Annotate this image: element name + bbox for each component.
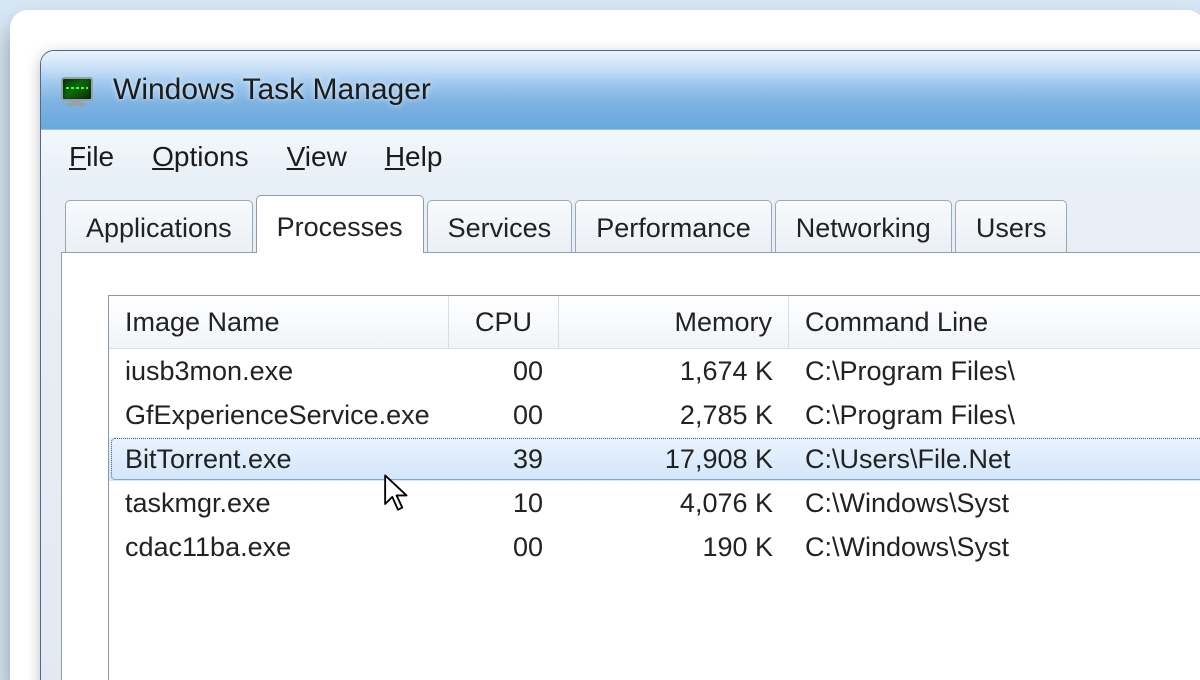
cell-cpu: 00 bbox=[449, 532, 559, 563]
cell-cpu: 10 bbox=[449, 488, 559, 519]
listview-body: iusb3mon.exe001,674 KC:\Program Files\Gf… bbox=[109, 349, 1200, 569]
cell-cmd: C:\Program Files\ bbox=[789, 356, 1200, 387]
menu-help[interactable]: Help bbox=[385, 141, 443, 173]
tab-performance[interactable]: Performance bbox=[575, 200, 772, 254]
cell-cmd: C:\Program Files\ bbox=[789, 400, 1200, 431]
process-listview[interactable]: Image Name CPU Memory Command Line iusb3… bbox=[108, 295, 1200, 680]
menu-view[interactable]: View bbox=[287, 141, 347, 173]
column-memory[interactable]: Memory bbox=[559, 296, 789, 348]
cell-mem: 17,908 K bbox=[559, 444, 789, 475]
processes-panel: Image Name CPU Memory Command Line iusb3… bbox=[61, 252, 1200, 680]
column-command[interactable]: Command Line bbox=[789, 296, 1200, 348]
tab-applications[interactable]: Applications bbox=[65, 200, 253, 254]
cell-mem: 2,785 K bbox=[559, 400, 789, 431]
client-area: Applications Processes Services Performa… bbox=[41, 183, 1200, 680]
cell-name: GfExperienceService.exe bbox=[109, 400, 449, 431]
cell-name: cdac11ba.exe bbox=[109, 532, 449, 563]
table-row[interactable]: iusb3mon.exe001,674 KC:\Program Files\ bbox=[109, 349, 1200, 393]
menubar: File Options View Help bbox=[41, 130, 1200, 185]
table-row[interactable]: BitTorrent.exe3917,908 KC:\Users\File.Ne… bbox=[109, 437, 1200, 481]
cell-cpu: 00 bbox=[449, 400, 559, 431]
cell-cmd: C:\Windows\Syst bbox=[789, 532, 1200, 563]
task-manager-window: Windows Task Manager File Options View H… bbox=[40, 50, 1200, 680]
table-row[interactable]: taskmgr.exe104,076 KC:\Windows\Syst bbox=[109, 481, 1200, 525]
tab-services[interactable]: Services bbox=[427, 200, 573, 254]
menu-file[interactable]: File bbox=[69, 141, 114, 173]
cell-mem: 4,076 K bbox=[559, 488, 789, 519]
cell-cmd: C:\Users\File.Net bbox=[789, 444, 1200, 475]
table-row[interactable]: cdac11ba.exe00190 KC:\Windows\Syst bbox=[109, 525, 1200, 569]
cell-mem: 190 K bbox=[559, 532, 789, 563]
listview-header: Image Name CPU Memory Command Line bbox=[109, 296, 1200, 349]
cell-cmd: C:\Windows\Syst bbox=[789, 488, 1200, 519]
cell-name: BitTorrent.exe bbox=[109, 444, 449, 475]
column-cpu[interactable]: CPU bbox=[449, 296, 559, 348]
cell-cpu: 39 bbox=[449, 444, 559, 475]
tab-users[interactable]: Users bbox=[955, 200, 1068, 254]
tab-processes[interactable]: Processes bbox=[256, 195, 424, 253]
cell-name: taskmgr.exe bbox=[109, 488, 449, 519]
cell-cpu: 00 bbox=[449, 356, 559, 387]
cell-mem: 1,674 K bbox=[559, 356, 789, 387]
outer-frame: Windows Task Manager File Options View H… bbox=[10, 10, 1200, 680]
table-row[interactable]: GfExperienceService.exe002,785 KC:\Progr… bbox=[109, 393, 1200, 437]
cell-name: iusb3mon.exe bbox=[109, 356, 449, 387]
titlebar[interactable]: Windows Task Manager bbox=[41, 51, 1200, 130]
column-image-name[interactable]: Image Name bbox=[109, 296, 449, 348]
tab-networking[interactable]: Networking bbox=[775, 200, 952, 254]
tabstrip: Applications Processes Services Performa… bbox=[61, 197, 1200, 253]
window-title: Windows Task Manager bbox=[113, 73, 431, 107]
task-manager-icon bbox=[61, 75, 95, 105]
menu-options[interactable]: Options bbox=[152, 141, 249, 173]
